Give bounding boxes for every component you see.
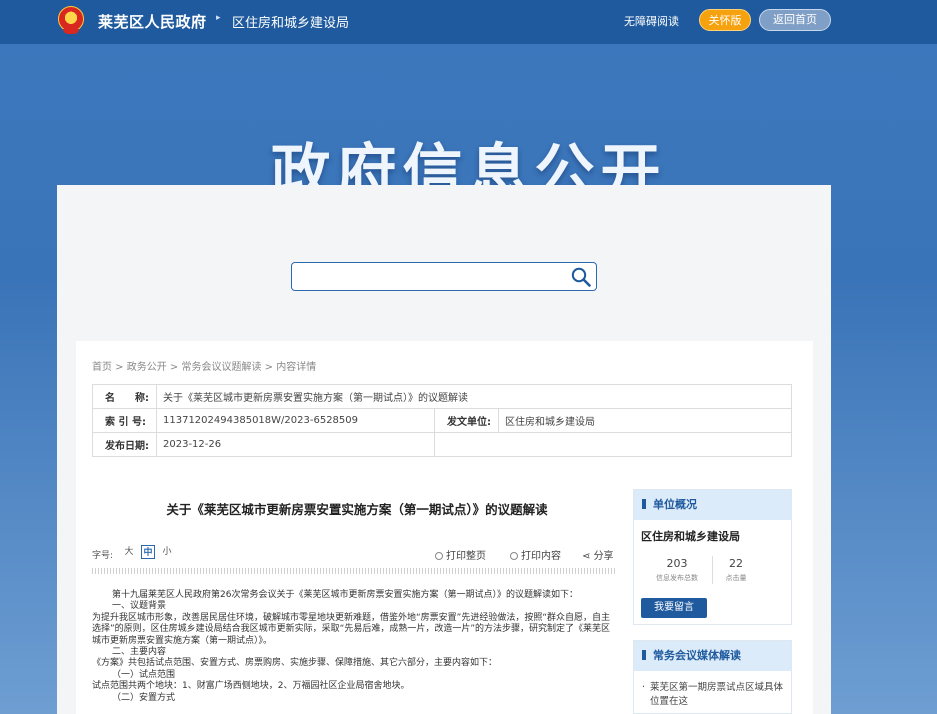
issuer-value: 区住房和城乡建设局 (498, 408, 792, 433)
breadcrumb-home[interactable]: 首页 (92, 362, 112, 373)
print-content-label: 打印内容 (521, 551, 561, 562)
article-tools: 字号: 大 中 小 打印整页 打印内容 ⋖ 分享 (92, 545, 617, 562)
font-size-small[interactable]: 小 (160, 545, 174, 559)
name-value: 关于《莱芜区城市更新房票安置实施方案（第一期试点）》的议题解读 (156, 384, 792, 409)
share-button[interactable]: ⋖ 分享 (582, 547, 614, 562)
paragraph: 一、议题背景 (112, 601, 167, 612)
unit-overview-title: 单位概况 (653, 498, 697, 511)
header-bar-icon (642, 499, 646, 509)
info-table: 名 称: 关于《莱芜区城市更新房票安置实施方案（第一期试点）》的议题解读 索 引… (92, 384, 792, 457)
site-name[interactable]: 莱芜区人民政府 (98, 11, 207, 32)
print-page-label: 打印整页 (446, 551, 486, 562)
unit-overview-header: 单位概况 (634, 490, 791, 520)
media-item-text: 莱芜区第一期房票试点区域具体位置在这 (650, 682, 784, 707)
stat-click-count: 22 点击量 (701, 557, 771, 583)
breadcrumb-sep: > (112, 362, 127, 373)
index-label: 索 引 号: (92, 408, 157, 433)
caret-right-icon: ▸ (216, 13, 221, 23)
article-body: 第十九届莱芜区人民政府第26次常务会议关于《莱芜区城市更新房票安置实施方案（第一… (92, 590, 617, 704)
article-title: 关于《莱芜区城市更新房票安置实施方案（第一期试点）》的议题解读 (166, 502, 548, 517)
unit-overview-box: 单位概况 区住房和城乡建设局 203 信息发布总数 22 点击量 我要留言 (633, 489, 792, 625)
breadcrumb-sep: > (261, 362, 277, 373)
font-size-label: 字号: (92, 551, 114, 561)
share-icon: ⋖ (582, 551, 594, 562)
table-row: 名 称: 关于《莱芜区城市更新房票安置实施方案（第一期试点）》的议题解读 (92, 384, 792, 409)
top-bar: 莱芜区人民政府 ▸ 区住房和城乡建设局 无障碍阅读 关怀版 返回首页 (0, 0, 937, 44)
font-size-large[interactable]: 大 (122, 545, 136, 559)
issuer-label: 发文单位: (434, 408, 499, 433)
national-emblem-icon (58, 6, 84, 34)
paragraph: 第十九届莱芜区人民政府第26次常务会议关于《莱芜区城市更新房票安置实施方案（第一… (112, 590, 578, 600)
table-row: 索 引 号: 11371202494385018W/2023-6528509 发… (92, 408, 792, 433)
empty-cell (434, 432, 792, 457)
accessibility-link[interactable]: 无障碍阅读 (624, 13, 679, 29)
media-header: 常务会议媒体解读 (634, 641, 791, 671)
media-interpretation-box: 常务会议媒体解读 · 莱芜区第一期房票试点区域具体位置在这 (633, 640, 792, 714)
care-mode-button[interactable]: 关怀版 (699, 9, 751, 31)
date-value: 2023-12-26 (156, 432, 435, 457)
print-page-button[interactable]: 打印整页 (435, 547, 486, 562)
search-input[interactable] (298, 267, 568, 287)
breadcrumb: 首页 > 政务公开 > 常务会议议题解读 > 内容详情 (92, 358, 316, 373)
breadcrumb-public[interactable]: 政务公开 (127, 362, 167, 373)
index-value: 11371202494385018W/2023-6528509 (156, 408, 435, 433)
name-label: 名 称: (92, 384, 157, 409)
media-title: 常务会议媒体解读 (653, 649, 741, 662)
print-icon (510, 552, 518, 560)
header-bar-icon (642, 650, 646, 660)
paragraph: 二、主要内容 (112, 647, 167, 658)
unit-name: 区住房和城乡建设局 (641, 530, 740, 543)
stat-value: 22 (729, 557, 743, 570)
table-row: 发布日期: 2023-12-26 (92, 432, 792, 457)
print-icon (435, 552, 443, 560)
date-label: 发布日期: (92, 432, 157, 457)
leave-message-button[interactable]: 我要留言 (641, 598, 707, 618)
paragraph: 为提升我区城市形象，改善居民居住环境，破解城市零星地块更新难题，借鉴外地“房票安… (92, 612, 610, 646)
search-box (291, 262, 597, 291)
font-size-medium[interactable]: 中 (141, 545, 155, 559)
paragraph: （一）试点范围 (112, 669, 176, 680)
paragraph: 《方案》共包括试点范围、安置方式、房票购房、实施步骤、保障措施、其它六部分，主要… (92, 658, 498, 669)
breadcrumb-current: 内容详情 (276, 362, 317, 373)
return-home-button[interactable]: 返回首页 (759, 9, 831, 31)
bullet-icon: · (642, 682, 646, 693)
breadcrumb-sep: > (166, 362, 182, 373)
dotted-divider (92, 568, 617, 574)
breadcrumb-meetings[interactable]: 常务会议议题解读 (182, 362, 262, 373)
print-content-button[interactable]: 打印内容 (510, 547, 561, 562)
share-label: 分享 (593, 551, 614, 562)
list-item[interactable]: · 莱芜区第一期房票试点区域具体位置在这 (642, 681, 787, 709)
paragraph: （二）安置方式 (112, 692, 176, 703)
dept-name[interactable]: 区住房和城乡建设局 (232, 12, 349, 31)
stat-label: 点击量 (725, 574, 747, 582)
search-icon[interactable] (570, 266, 592, 288)
paragraph: 试点范围共两个地块：1、财富广场西侧地块，2、万福园社区企业局宿舍地块。 (92, 681, 410, 692)
